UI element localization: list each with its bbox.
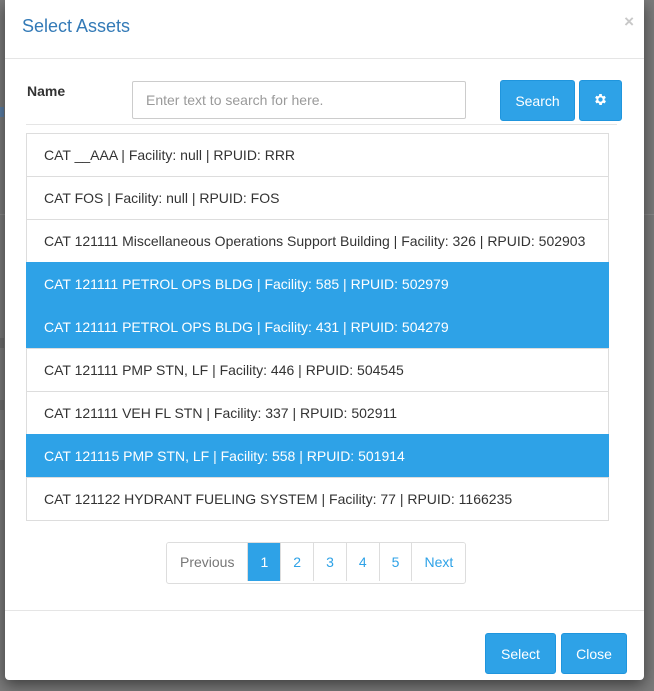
pagination-next[interactable]: Next <box>411 543 466 581</box>
backdrop-fragment <box>0 107 4 117</box>
asset-list-item[interactable]: CAT __AAA | Facility: null | RPUID: RRR <box>26 133 609 177</box>
select-assets-modal: Select Assets × Name Search CAT __AAA | … <box>5 0 644 680</box>
pagination-page[interactable]: 1 <box>247 543 281 581</box>
filter-divider <box>26 124 617 125</box>
search-button[interactable]: Search <box>500 80 575 121</box>
pagination-page[interactable]: 4 <box>345 543 379 581</box>
footer-divider <box>5 610 644 611</box>
asset-list-item[interactable]: CAT FOS | Facility: null | RPUID: FOS <box>26 176 609 220</box>
asset-list-item[interactable]: CAT 121111 VEH FL STN | Facility: 337 | … <box>26 391 609 435</box>
search-input[interactable] <box>132 81 466 119</box>
modal-title: Select Assets <box>22 16 131 36</box>
backdrop-fragment <box>0 400 4 410</box>
asset-list-item[interactable]: CAT 121111 PMP STN, LF | Facility: 446 |… <box>26 348 609 392</box>
backdrop-fragment <box>0 338 4 348</box>
asset-list-item[interactable]: CAT 121111 Miscellaneous Operations Supp… <box>26 219 609 263</box>
asset-list-item[interactable]: CAT 121111 PETROL OPS BLDG | Facility: 5… <box>26 262 609 306</box>
pagination-page[interactable]: 3 <box>313 543 346 581</box>
asset-list-item[interactable]: CAT 121115 PMP STN, LF | Facility: 558 |… <box>26 434 609 478</box>
asset-list-item[interactable]: CAT 121111 PETROL OPS BLDG | Facility: 4… <box>26 305 609 349</box>
close-button[interactable]: Close <box>561 633 627 674</box>
pagination-page[interactable]: 2 <box>280 543 314 581</box>
pagination-page[interactable]: 5 <box>378 543 412 581</box>
name-label: Name <box>27 83 66 99</box>
gear-icon <box>593 92 608 110</box>
asset-list-container[interactable]: CAT __AAA | Facility: null | RPUID: RRR C… <box>26 133 626 534</box>
backdrop-fragment <box>0 460 4 470</box>
modal-header: Select Assets × <box>5 0 644 59</box>
asset-list-item[interactable]: CAT 121122 HYDRANT FUELING SYSTEM | Faci… <box>26 477 609 521</box>
select-button[interactable]: Select <box>485 633 556 674</box>
close-icon[interactable]: × <box>624 12 634 32</box>
pagination: Previous 1 2 3 4 5 Next <box>166 542 467 584</box>
settings-button[interactable] <box>579 80 622 121</box>
asset-list: CAT __AAA | Facility: null | RPUID: RRR C… <box>26 133 609 521</box>
pagination-previous[interactable]: Previous <box>167 543 248 581</box>
